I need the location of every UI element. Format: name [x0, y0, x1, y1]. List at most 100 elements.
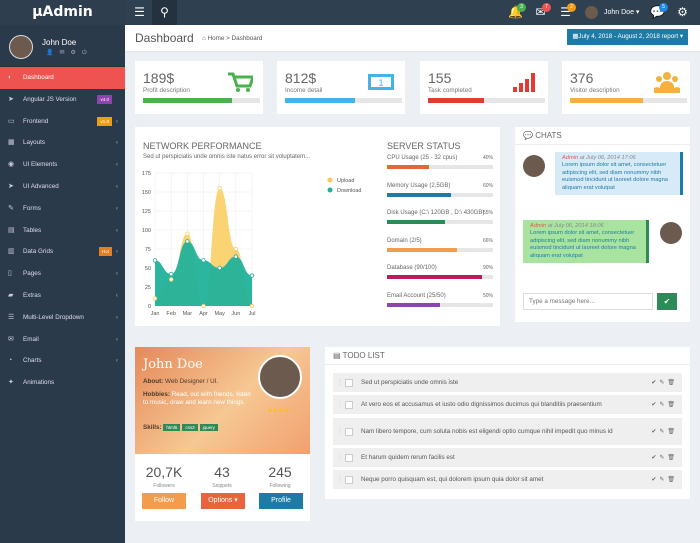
chat-time: at July 06, 2014 18:06	[547, 223, 604, 229]
user-icon[interactable]: 👤	[46, 50, 59, 56]
avatar[interactable]	[585, 6, 598, 19]
trash-icon[interactable]: 🗑	[667, 429, 678, 435]
tasks-badge: 2	[567, 3, 576, 12]
date-range-button[interactable]: ▦July 4, 2018 - August 2, 2018 report ▾	[567, 29, 688, 45]
list-icon: ☰	[8, 313, 15, 321]
sidebar-item-forms[interactable]: ✎ Forms ‹	[0, 198, 125, 220]
cart-icon	[227, 71, 256, 95]
send-button[interactable]: ✔	[657, 293, 677, 310]
todo-actions: ✔✎🗑	[651, 454, 678, 461]
breadcrumb-home[interactable]: Home	[208, 35, 225, 42]
sidebar-item-data-grids[interactable]: ▥ Data Grids Hot ‹	[0, 241, 125, 263]
stat-value: 155	[428, 70, 452, 86]
todo-title: TODO LIST	[342, 351, 385, 360]
todo-checkbox[interactable]	[345, 378, 353, 387]
follow-button[interactable]: Follow	[142, 493, 186, 509]
legend-swatch	[327, 177, 333, 183]
sidebar-item-layouts[interactable]: ▦ Layouts ‹	[0, 132, 125, 154]
server-status-item: CPU Usage (25 - 32 cpus) 40%	[387, 155, 493, 169]
stat-value: 376	[570, 70, 594, 86]
server-status-pct: 40%	[482, 155, 493, 161]
server-status-bar	[387, 165, 493, 169]
progress-fill	[387, 302, 440, 307]
mail-badge: 7	[542, 3, 551, 12]
progress-fill	[387, 247, 457, 252]
profile-button[interactable]: Profile	[259, 493, 303, 509]
search-icon[interactable]: ⚲	[152, 0, 177, 25]
sidebar-item-label: Layouts	[23, 139, 46, 147]
sidebar-item-dashboard[interactable]: ◐ Dashboard	[0, 67, 125, 89]
server-status-label: Domain (2/5)	[387, 237, 422, 244]
sidebar-item-label: Forms	[23, 204, 41, 212]
progress-fill	[387, 192, 451, 197]
brand-logo[interactable]: µAdmin	[0, 0, 125, 25]
avatar[interactable]	[9, 35, 33, 59]
trash-icon[interactable]: 🗑	[667, 477, 678, 483]
bell-icon[interactable]: 🔔 3	[503, 0, 528, 25]
top-navbar: ☰ ⚲ 🔔 3 ✉ 7 ☰ 2 John Doe ▾ 💬 5 ⚙	[125, 0, 700, 25]
sidebar-item-label: UI Advanced	[23, 182, 59, 190]
todo-checkbox[interactable]	[345, 453, 353, 462]
settings-icon[interactable]: ⚙	[670, 0, 695, 25]
tasks-icon[interactable]: ☰ 2	[553, 0, 578, 25]
todo-checkbox[interactable]	[345, 475, 353, 484]
chevron-left-icon: ‹	[115, 204, 118, 212]
sidebar-item-frontend[interactable]: ▭ Frontend v1.0 ‹	[0, 111, 125, 133]
sidebar-item-charts[interactable]: ◔ Charts ‹	[0, 350, 125, 372]
profile-hobbies: Hobbies: Read, out with friends, listen …	[143, 391, 253, 407]
todo-item[interactable]: ⋮⋮ Sed ut perspiciatis unde omnis iste ✔✎🗑	[333, 373, 682, 392]
trash-icon[interactable]: 🗑	[667, 380, 678, 386]
sidebar-item-ui-advanced[interactable]: ➤ UI Advanced ‹	[0, 176, 125, 198]
data-point	[185, 239, 190, 244]
sidebar-item-extras[interactable]: ▰ Extras ‹	[0, 285, 125, 307]
sidebar-item-animations[interactable]: ✦ Animations	[0, 372, 125, 394]
server-status-bar	[387, 275, 493, 279]
notification-badge: 3	[517, 3, 526, 12]
options-button[interactable]: Options ▾	[201, 493, 245, 509]
page-title: Dashboard	[135, 31, 194, 45]
logout-icon[interactable]: ⏻	[82, 50, 93, 56]
progress-fill	[285, 98, 356, 103]
trash-icon[interactable]: 🗑	[667, 402, 678, 408]
chat-icon: 💬	[523, 131, 533, 140]
chat-icon[interactable]: 💬 5	[645, 0, 670, 25]
sidebar-item-badge: Hot	[98, 247, 112, 257]
envelope-icon[interactable]: ✉	[59, 50, 70, 56]
progress-fill	[428, 98, 485, 103]
todo-item[interactable]: ⋮⋮ At vero eos et accusamus et iusto odio…	[333, 395, 682, 414]
menu-toggle-icon[interactable]: ☰	[127, 0, 152, 25]
todo-item[interactable]: ⋮⋮ Et harum quidem rerum facilis est ✔✎🗑	[333, 448, 682, 467]
list-icon: ▤	[333, 351, 341, 360]
stat-value: 245	[268, 464, 292, 480]
data-point	[152, 258, 158, 263]
todo-checkbox[interactable]	[345, 427, 353, 436]
gear-icon[interactable]: ⚙	[71, 50, 82, 56]
server-status-label: Memory Usage (2.5GB)	[387, 182, 451, 189]
server-status-label: Disk Usage (C:\ 120GB , D:\ 430GB)	[387, 210, 485, 216]
server-status-title: SERVER STATUS	[387, 141, 461, 151]
sidebar-item-pages[interactable]: ▯ Pages ‹	[0, 263, 125, 285]
edit-icon: ✎	[8, 204, 14, 212]
trash-icon[interactable]: 🗑	[667, 455, 678, 461]
chat-author: Admin	[562, 155, 579, 161]
skill-tag: jquery	[199, 424, 218, 431]
sidebar-item-multi-level-dropdown[interactable]: ☰ Multi-Level Dropdown ‹	[0, 307, 125, 329]
user-menu[interactable]: John Doe ▾	[604, 0, 639, 25]
chart-icon: ◔	[8, 357, 13, 365]
sidebar-item-email[interactable]: ✉ Email ‹	[0, 329, 125, 351]
chat-message-input[interactable]	[523, 293, 653, 310]
y-tick-label: 75	[145, 247, 151, 253]
sidebar-item-tables[interactable]: ▤ Tables ‹	[0, 220, 125, 242]
sidebar-item-ui-elements[interactable]: ◉ UI Elements ‹	[0, 154, 125, 176]
todo-item[interactable]: ⋮⋮ Nam libero tempore, cum soluta nobis e…	[333, 418, 682, 445]
envelope-icon[interactable]: ✉ 7	[528, 0, 553, 25]
chevron-left-icon: ‹	[115, 182, 118, 190]
sidebar-item-angular-js-version[interactable]: ➤ Angular JS Version v4.0	[0, 89, 125, 111]
stat-label: Income detail	[285, 87, 323, 94]
todo-item[interactable]: ⋮⋮ Neque porro quisquam est, qui dolorem …	[333, 470, 682, 489]
chat-text: Lorem ipsum dolor sit amet, consectetuer…	[562, 162, 668, 191]
users-icon	[654, 71, 680, 95]
todo-checkbox[interactable]	[345, 400, 353, 409]
chat-message: Admin at July 06, 2014 17:06 Lorem ipsum …	[555, 152, 683, 196]
about-text: Web Designer / UI.	[165, 378, 219, 385]
